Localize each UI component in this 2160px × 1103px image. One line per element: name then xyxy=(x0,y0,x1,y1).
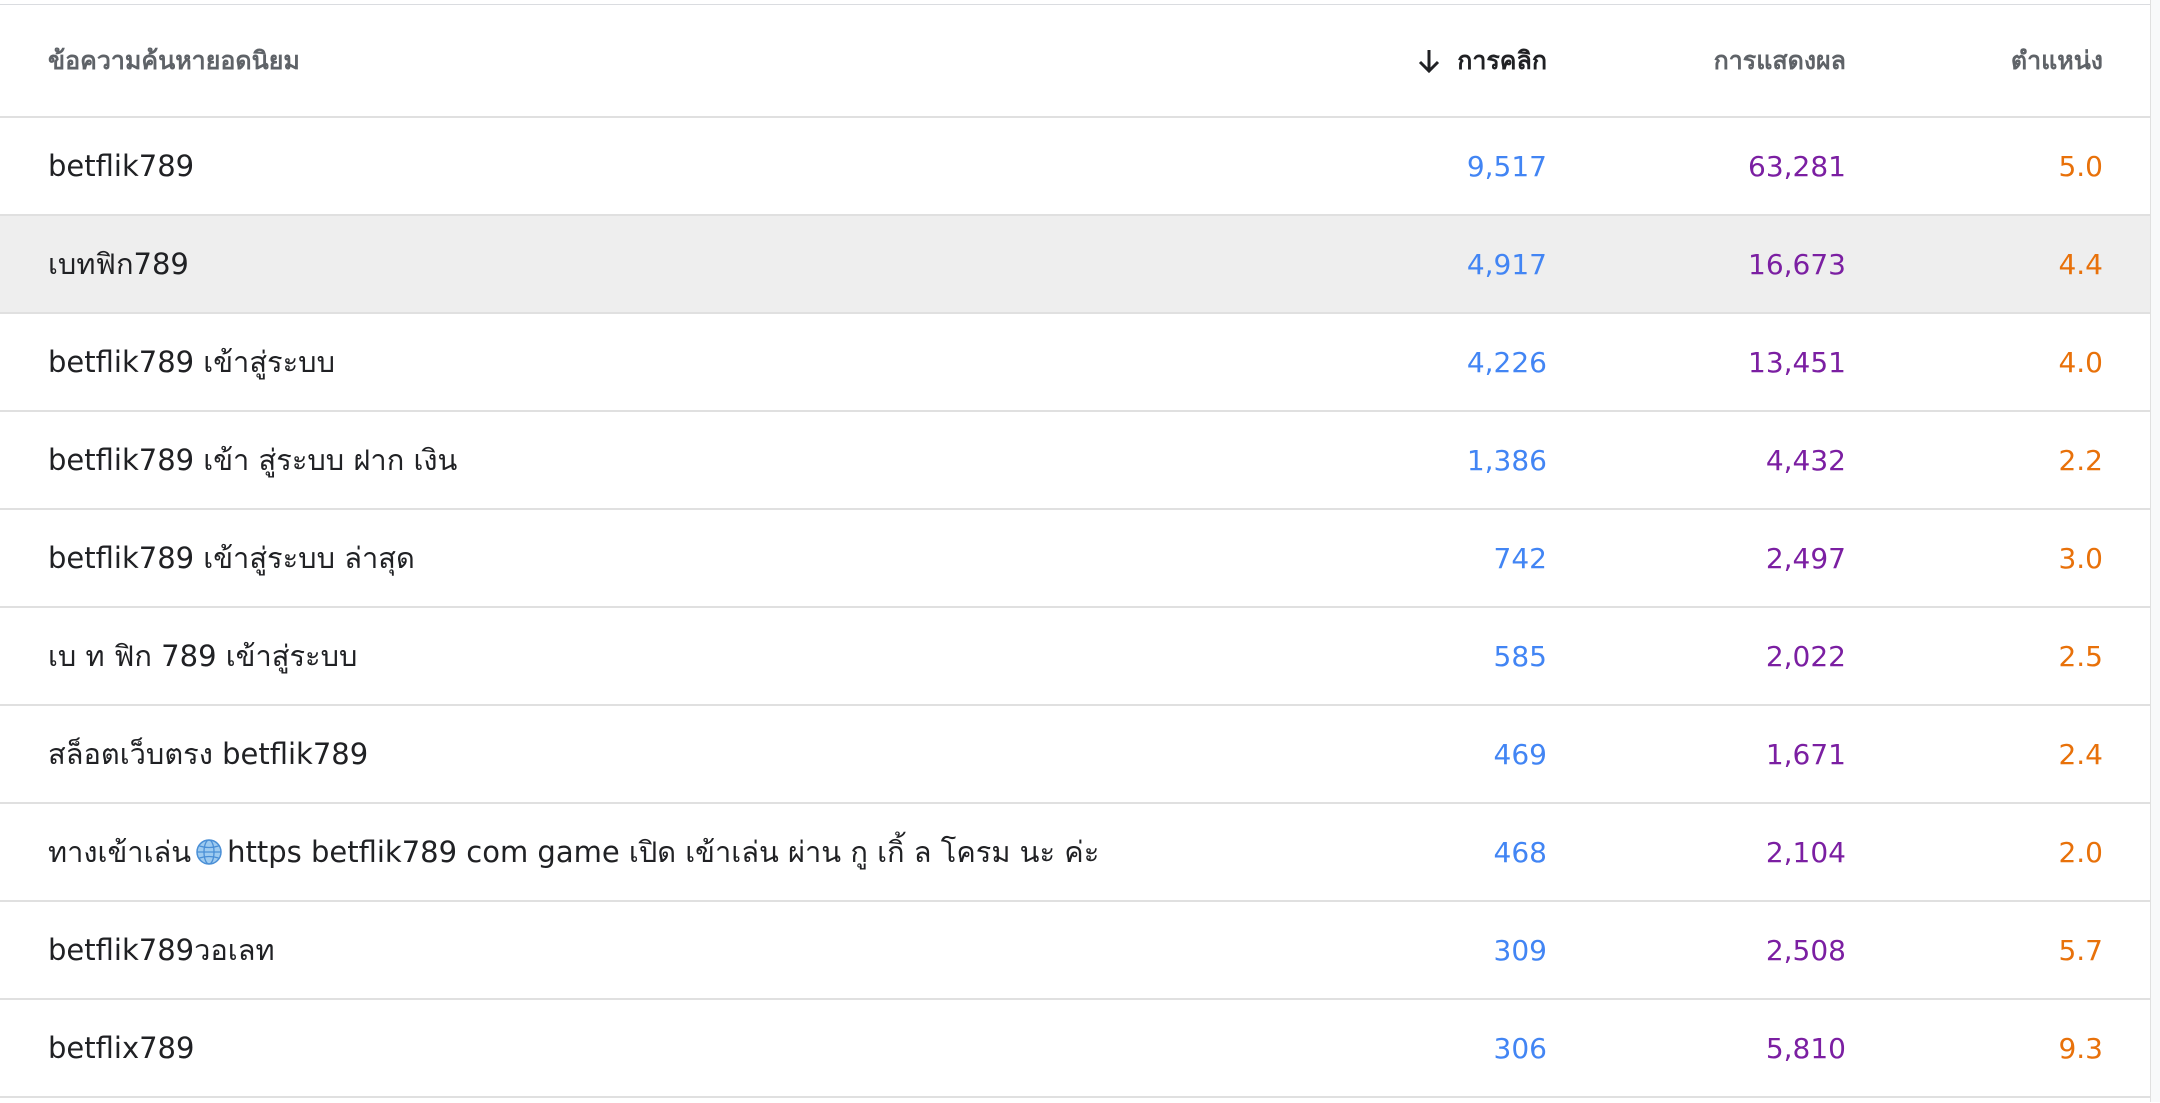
query-text: สล็อตเว็บตรง betflik789 xyxy=(48,737,369,771)
column-header-position-label: ตำแหน่ง xyxy=(2010,45,2103,75)
clicks-cell: 742 xyxy=(1493,541,1547,575)
column-header-query-label: ข้อความค้นหายอดนิยม xyxy=(48,45,300,75)
position-cell: 4.0 xyxy=(2058,345,2103,379)
table-row[interactable]: betflik789 เข้าสู่ระบบ 4,226 13,451 4.0 xyxy=(0,314,2151,412)
query-cell[interactable]: เบทฟิก789 xyxy=(48,216,1298,312)
table-row[interactable]: betflix789 306 5,810 9.3 xyxy=(0,1000,2151,1098)
position-cell: 9.3 xyxy=(2058,1031,2103,1065)
query-cell[interactable]: เบ ท ฟิก 789 เข้าสู่ระบบ xyxy=(48,608,1298,704)
clicks-cell: 469 xyxy=(1493,737,1547,771)
clicks-cell: 309 xyxy=(1493,933,1547,967)
query-cell[interactable]: betflik789 เข้าสู่ระบบ ล่าสุด xyxy=(48,510,1298,606)
position-cell: 2.5 xyxy=(2058,639,2103,673)
clicks-cell: 585 xyxy=(1493,639,1547,673)
query-text-before: ทางเข้าเล่น xyxy=(48,835,192,869)
query-cell[interactable]: betflik789วอเลท xyxy=(48,902,1298,998)
column-header-position[interactable]: ตำแหน่ง xyxy=(1903,5,2103,116)
arrow-down-icon xyxy=(1417,47,1441,75)
query-cell[interactable]: betflik789 เข้าสู่ระบบ xyxy=(48,314,1298,410)
position-cell: 3.0 xyxy=(2058,541,2103,575)
position-cell: 2.2 xyxy=(2058,443,2103,477)
query-text-after: https betflik789 com game เปิด เข้าเล่น … xyxy=(227,835,1100,869)
top-queries-table: ข้อความค้นหายอดนิยม การคลิก การแสดงผล ตำ… xyxy=(0,4,2151,1103)
table-header-row: ข้อความค้นหายอดนิยม การคลิก การแสดงผล ตำ… xyxy=(0,5,2151,118)
clicks-cell: 1,386 xyxy=(1466,443,1547,477)
table-row[interactable]: เบ ท ฟิก 789 เข้าสู่ระบบ 585 2,022 2.5 xyxy=(0,608,2151,706)
impressions-cell: 4,432 xyxy=(1765,443,1846,477)
query-cell[interactable]: betflix789 xyxy=(48,1000,1298,1096)
query-text: betflik789วอเลท xyxy=(48,933,275,967)
clicks-cell: 4,917 xyxy=(1466,247,1547,281)
query-cell[interactable]: สล็อตเว็บตรง betflik789 xyxy=(48,706,1298,802)
scrollbar-track[interactable] xyxy=(2150,0,2160,1102)
column-header-query[interactable]: ข้อความค้นหายอดนิยม xyxy=(48,5,1298,116)
query-text: betflik789 เข้าสู่ระบบ ล่าสุด xyxy=(48,541,415,575)
query-text: เบ ท ฟิก 789 เข้าสู่ระบบ xyxy=(48,639,358,673)
clicks-cell: 4,226 xyxy=(1466,345,1547,379)
impressions-cell: 2,497 xyxy=(1765,541,1846,575)
position-cell: 5.0 xyxy=(2058,149,2103,183)
position-cell: 5.7 xyxy=(2058,933,2103,967)
table-row[interactable]: เบทฟิก789 4,917 16,673 4.4 xyxy=(0,216,2151,314)
impressions-cell: 63,281 xyxy=(1748,149,1846,183)
table-row[interactable]: betflik789 9,517 63,281 5.0 xyxy=(0,118,2151,216)
impressions-cell: 1,671 xyxy=(1765,737,1846,771)
query-cell[interactable]: betflik789 เข้า สู่ระบบ ฝาก เงิน xyxy=(48,412,1298,508)
impressions-cell: 2,022 xyxy=(1765,639,1846,673)
table-row[interactable]: ทางเข้าเล่น https betflik789 com game เปิ… xyxy=(0,804,2151,902)
query-text: betflik789 xyxy=(48,149,195,183)
impressions-cell: 5,810 xyxy=(1765,1031,1846,1065)
table-row[interactable]: betflik789วอเลท 309 2,508 5.7 xyxy=(0,902,2151,1000)
clicks-cell: 306 xyxy=(1493,1031,1547,1065)
query-text: betflix789 xyxy=(48,1031,195,1065)
globe-icon xyxy=(195,838,223,866)
impressions-cell: 13,451 xyxy=(1748,345,1846,379)
position-cell: 2.0 xyxy=(2058,835,2103,869)
table-row[interactable]: betflik789 เข้า สู่ระบบ ฝาก เงิน 1,386 4,4… xyxy=(0,412,2151,510)
impressions-cell: 2,508 xyxy=(1765,933,1846,967)
position-cell: 4.4 xyxy=(2058,247,2103,281)
clicks-cell: 468 xyxy=(1493,835,1547,869)
query-cell[interactable]: ทางเข้าเล่น https betflik789 com game เปิ… xyxy=(48,804,1298,900)
query-text: betflik789 เข้าสู่ระบบ xyxy=(48,345,335,379)
query-text: betflik789 เข้า สู่ระบบ ฝาก เงิน xyxy=(48,443,458,477)
column-header-impressions[interactable]: การแสดงผล xyxy=(1606,5,1846,116)
query-text: เบทฟิก789 xyxy=(48,247,189,281)
impressions-cell: 16,673 xyxy=(1748,247,1846,281)
impressions-cell: 2,104 xyxy=(1765,835,1846,869)
clicks-cell: 9,517 xyxy=(1466,149,1547,183)
table-row[interactable]: betflik789 เข้าสู่ระบบ ล่าสุด 742 2,497 3.0 xyxy=(0,510,2151,608)
position-cell: 2.4 xyxy=(2058,737,2103,771)
column-header-impressions-label: การแสดงผล xyxy=(1713,45,1846,75)
table-row[interactable]: สล็อตเว็บตรง betflik789 469 1,671 2.4 xyxy=(0,706,2151,804)
query-cell[interactable]: betflik789 xyxy=(48,118,1298,214)
column-header-clicks[interactable]: การคลิก xyxy=(1307,5,1547,116)
column-header-clicks-label: การคลิก xyxy=(1457,45,1547,75)
